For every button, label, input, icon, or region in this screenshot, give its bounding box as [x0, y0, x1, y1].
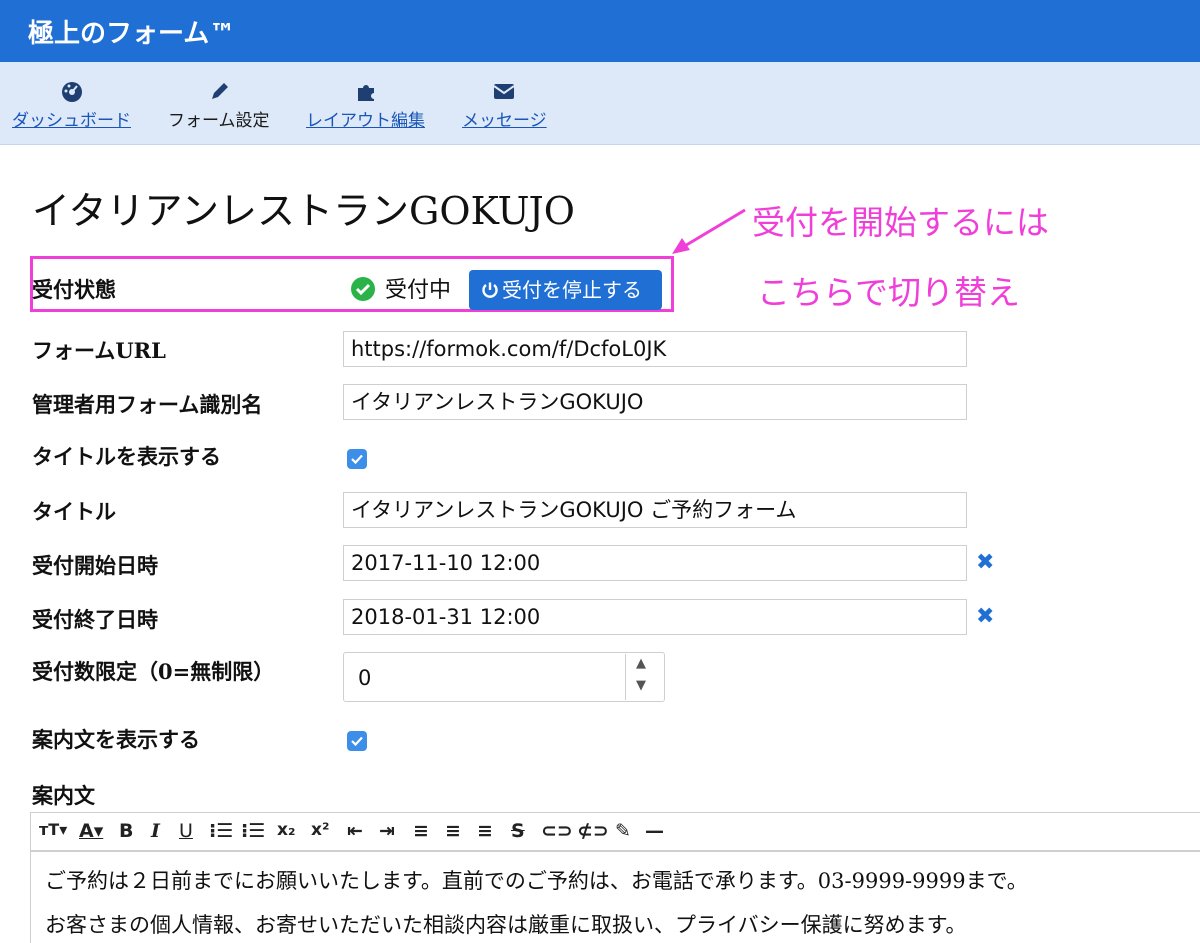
font-size-icon[interactable]: тT▾: [39, 820, 67, 839]
show-title-checkbox[interactable]: [347, 449, 367, 469]
callout-line-1: 受付を開始するには: [752, 203, 1049, 242]
main-nav: ダッシュボード フォーム設定 レイアウト編集 メッセージ: [0, 62, 1200, 145]
puzzle-icon: [357, 85, 374, 101]
pencil-icon: [211, 83, 228, 99]
form-url-label: フォームURL: [32, 338, 166, 363]
nav-dashboard[interactable]: ダッシュボード: [12, 80, 131, 131]
editor-toolbar: тT▾ A▾ B I U ⁝☰ ⁝☰ x₂ x² ⇤ ⇥ ≡ ≡ ≡ S ⊂⊃ …: [30, 812, 1200, 852]
limit-number-input[interactable]: 0: [343, 652, 665, 702]
italic-icon[interactable]: I: [151, 820, 160, 842]
callout-line-2: こちらで切り替え: [757, 273, 1021, 312]
end-datetime-field[interactable]: 2018-01-31 12:00: [343, 599, 967, 635]
stop-accepting-button[interactable]: 受付を停止する: [469, 270, 662, 310]
show-intro-label: 案内文を表示する: [32, 727, 200, 752]
nav-layout-edit-label: レイアウト編集: [306, 111, 425, 131]
horizontal-rule-icon[interactable]: —: [645, 820, 664, 842]
nav-dashboard-label: ダッシュボード: [12, 111, 131, 131]
stepper-down-icon[interactable]: ▼: [636, 678, 646, 693]
clear-start-icon[interactable]: ✖: [976, 550, 994, 575]
subscript-icon[interactable]: x₂: [277, 820, 295, 840]
nav-form-settings[interactable]: フォーム設定: [168, 80, 270, 131]
form-url-field[interactable]: https://formok.com/f/DcfoL0JK: [343, 331, 967, 367]
underline-icon[interactable]: U: [179, 820, 193, 842]
bold-icon[interactable]: B: [119, 820, 133, 842]
show-title-label: タイトルを表示する: [32, 444, 221, 469]
nav-messages-label: メッセージ: [462, 111, 547, 131]
nav-form-settings-label: フォーム設定: [168, 111, 270, 131]
dashboard-icon: [61, 82, 82, 102]
stop-accepting-label: 受付を停止する: [502, 278, 642, 302]
ordered-list-icon[interactable]: ⁝☰: [209, 820, 233, 842]
nav-layout-edit[interactable]: レイアウト編集: [306, 80, 425, 131]
align-left-icon[interactable]: ≡: [413, 820, 429, 842]
indent-icon[interactable]: ⇥: [379, 820, 395, 842]
intro-line-2: お客さまの個人情報、お寄せいただいた相談内容は厳重に取扱い、プライバシー保護に努…: [45, 913, 967, 937]
title-field[interactable]: イタリアンレストランGOKUJO ご予約フォーム: [343, 492, 967, 528]
check-circle-icon: [351, 277, 375, 301]
app-header: 極上のフォーム™: [0, 0, 1200, 62]
power-icon: [482, 282, 498, 298]
superscript-icon[interactable]: x²: [311, 820, 329, 840]
outdent-icon[interactable]: ⇤: [347, 820, 363, 842]
stepper-up-icon[interactable]: ▲: [636, 656, 646, 671]
checkmark-icon: [351, 454, 363, 465]
start-datetime-field[interactable]: 2017-11-10 12:00: [343, 545, 967, 581]
unordered-list-icon[interactable]: ⁝☰: [241, 820, 265, 842]
page-title: イタリアンレストランGOKUJO: [32, 189, 575, 233]
align-center-icon[interactable]: ≡: [445, 820, 461, 842]
intro-line-1: ご予約は２日前までにお願いいたします。直前でのご予約は、お電話で承ります。03-…: [45, 869, 1028, 893]
limit-stepper[interactable]: ▲ ▼: [625, 654, 662, 700]
title-label: タイトル: [32, 499, 116, 524]
show-intro-checkbox[interactable]: [347, 731, 367, 751]
admin-name-field[interactable]: イタリアンレストランGOKUJO: [343, 384, 967, 420]
intro-text-editor[interactable]: ご予約は２日前までにお願いいたします。直前でのご予約は、お電話で承ります。03-…: [30, 850, 1200, 943]
eraser-icon[interactable]: ✎: [615, 820, 631, 842]
strikethrough-icon[interactable]: S: [511, 820, 525, 842]
end-datetime-label: 受付終了日時: [32, 607, 158, 632]
start-datetime-label: 受付開始日時: [32, 553, 158, 578]
limit-label: 受付数限定（0=無制限）: [32, 659, 275, 684]
status-value: 受付中: [385, 278, 452, 303]
font-color-icon[interactable]: A▾: [79, 820, 103, 842]
nav-messages[interactable]: メッセージ: [462, 80, 547, 131]
intro-label: 案内文: [32, 783, 95, 808]
checkmark-icon: [351, 736, 363, 747]
status-label: 受付状態: [32, 277, 116, 302]
app-title: 極上のフォーム™: [28, 19, 236, 49]
callout-arrow-icon: [672, 208, 746, 254]
envelope-icon: [493, 84, 515, 99]
admin-name-label: 管理者用フォーム識別名: [32, 392, 263, 417]
link-icon[interactable]: ⊂⊃: [541, 820, 573, 842]
align-right-icon[interactable]: ≡: [477, 820, 493, 842]
clear-end-icon[interactable]: ✖: [976, 604, 994, 629]
unlink-icon[interactable]: ⊄⊃: [577, 820, 609, 842]
